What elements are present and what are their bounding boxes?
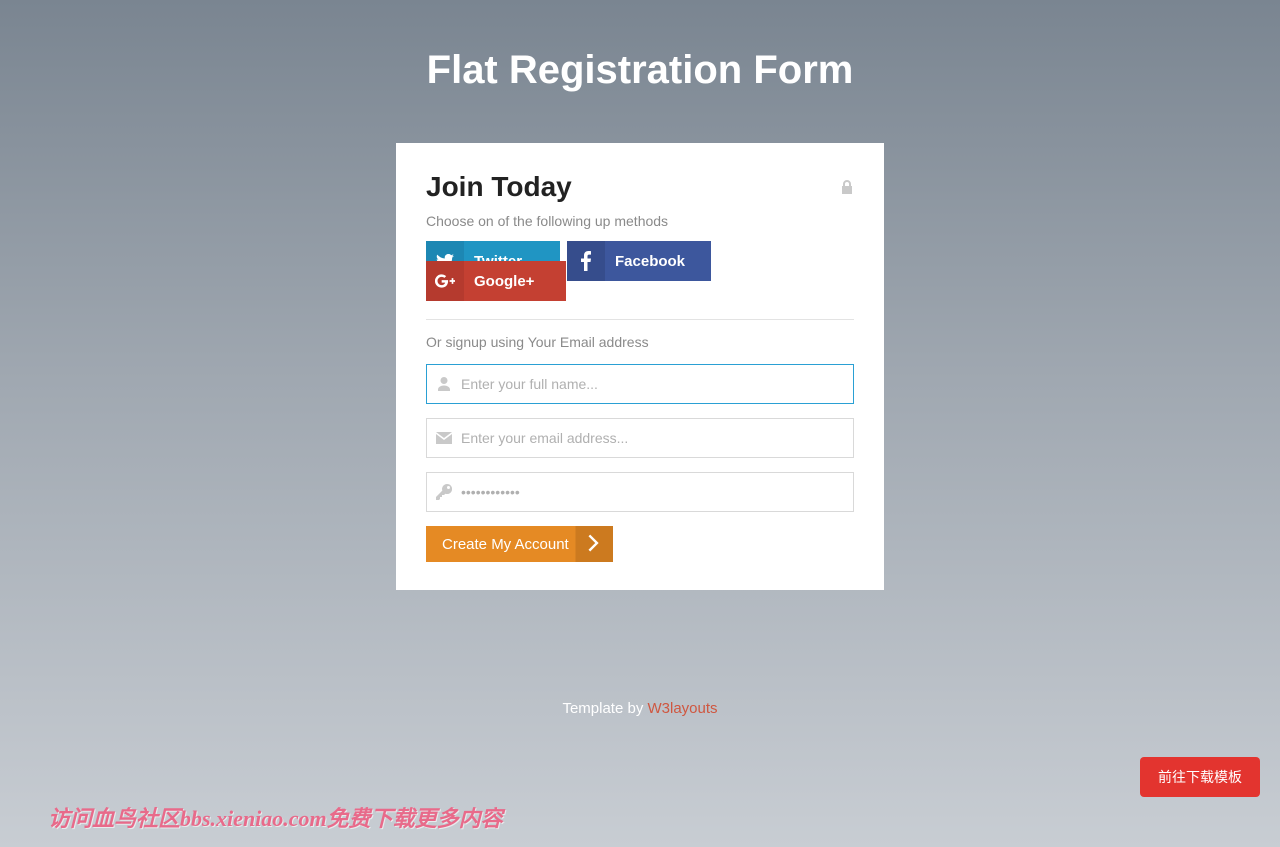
footer: Template by W3layouts [0, 700, 1280, 717]
password-field-wrap [426, 472, 854, 512]
name-field-wrap [426, 364, 854, 404]
card-heading: Join Today [426, 171, 572, 203]
envelope-icon [427, 432, 461, 444]
facebook-icon [567, 241, 605, 281]
watermark-text: 访问血鸟社区bbs.xieniao.com免费下载更多内容 [48, 801, 503, 833]
email-signup-label: Or signup using Your Email address [426, 334, 854, 350]
chevron-right-icon [587, 534, 599, 556]
google-label: Google+ [474, 273, 534, 290]
google-button[interactable]: Google+ [426, 261, 566, 301]
divider [426, 319, 854, 320]
google-plus-icon [426, 261, 464, 301]
registration-card: Join Today Choose on of the following up… [396, 143, 884, 590]
facebook-button[interactable]: Facebook [567, 241, 711, 281]
download-template-button[interactable]: 前往下载模板 [1140, 757, 1260, 797]
lock-icon [840, 179, 854, 195]
name-input[interactable] [461, 365, 853, 403]
social-buttons: Twitter Facebook Google+ [426, 241, 854, 301]
key-icon [427, 484, 461, 500]
footer-prefix: Template by [562, 700, 647, 717]
page-title: Flat Registration Form [0, 0, 1280, 93]
person-icon [427, 376, 461, 392]
password-input[interactable] [461, 473, 853, 511]
submit-label: Create My Account [442, 536, 569, 553]
card-header: Join Today [426, 171, 854, 203]
create-account-button[interactable]: Create My Account [426, 526, 613, 562]
email-field-wrap [426, 418, 854, 458]
footer-link[interactable]: W3layouts [648, 700, 718, 717]
card-subtitle: Choose on of the following up methods [426, 213, 854, 229]
facebook-label: Facebook [615, 253, 685, 270]
email-input[interactable] [461, 419, 853, 457]
